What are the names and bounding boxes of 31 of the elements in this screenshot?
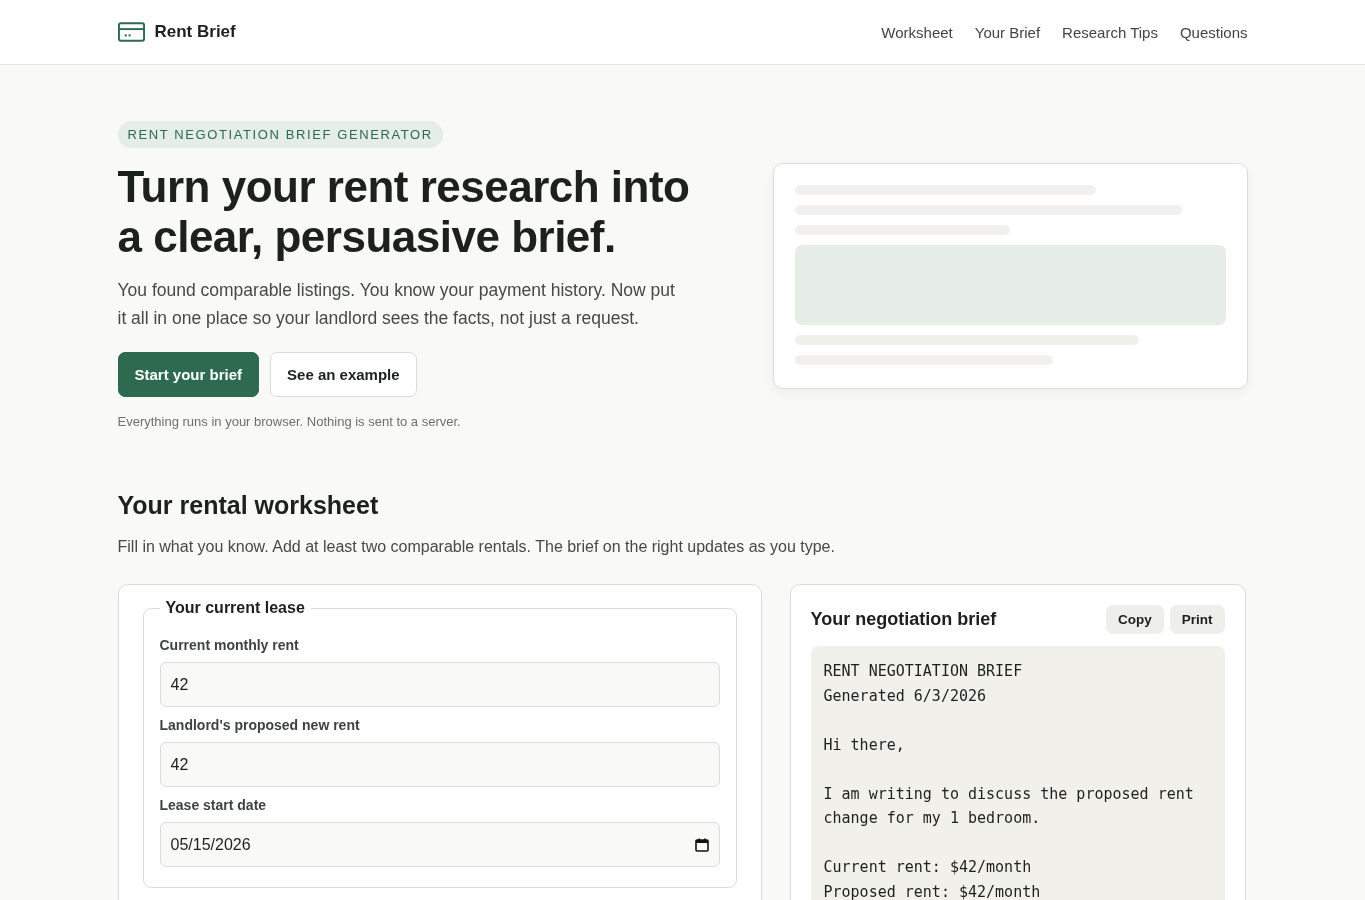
- hero-title: Turn your rent research into a clear, persuasive brief.: [117, 162, 691, 262]
- copy-button[interactable]: Copy: [1106, 605, 1164, 634]
- section-intro: Fill in what you know. Add at least two comparable rentals. The brief on the right updates as you type.: [117, 538, 836, 556]
- brief-line: RENT NEGOTIATION BRIEF: [823, 661, 1024, 682]
- brief-line: Generated 6/3/2026: [823, 685, 988, 707]
- fieldset-legend: Your current lease: [159, 599, 311, 617]
- example-button[interactable]: See an example: [270, 352, 417, 397]
- calendar-icon[interactable]: [694, 837, 709, 852]
- privacy-note: Everything runs in your browser. Nothing is sent to a server.: [117, 414, 462, 429]
- section-title: Your rental worksheet: [117, 491, 380, 520]
- input-field[interactable]: 42: [159, 742, 720, 787]
- brief-line: Current rent: $42/month: [823, 857, 1033, 878]
- nav-link[interactable]: Research Tips: [1062, 23, 1158, 41]
- date-field[interactable]: 05/15/2026: [159, 822, 720, 867]
- print-button[interactable]: Print: [1169, 605, 1225, 634]
- nav-link[interactable]: Your Brief: [974, 23, 1041, 41]
- card-icon: [117, 22, 145, 42]
- brief-line: Proposed rent: $42/month: [823, 881, 1042, 900]
- field-label: Current monthly rent: [159, 637, 300, 653]
- eyebrow-badge: RENT NEGOTIATION BRIEF GENERATOR: [117, 121, 443, 148]
- hero-lead: You found comparable listings. You know your payment history. Now put it all in one place so your landlord sees the facts, not just a request.: [117, 279, 676, 330]
- nav-link[interactable]: Worksheet: [881, 23, 953, 41]
- brief-line: I am writing to discuss the proposed rent change for my 1 bedroom.: [823, 783, 1195, 829]
- nav-link[interactable]: Questions: [1179, 23, 1248, 41]
- input-field[interactable]: 42: [159, 662, 720, 707]
- brief-title: Your negotiation brief: [810, 609, 997, 630]
- brief-line: Hi there,: [823, 734, 906, 756]
- start-button[interactable]: Start your brief: [117, 352, 260, 397]
- field-label: Lease start date: [159, 797, 268, 813]
- field-label: Landlord's proposed new rent: [159, 717, 361, 733]
- brand-name: Rent Brief: [154, 22, 236, 42]
